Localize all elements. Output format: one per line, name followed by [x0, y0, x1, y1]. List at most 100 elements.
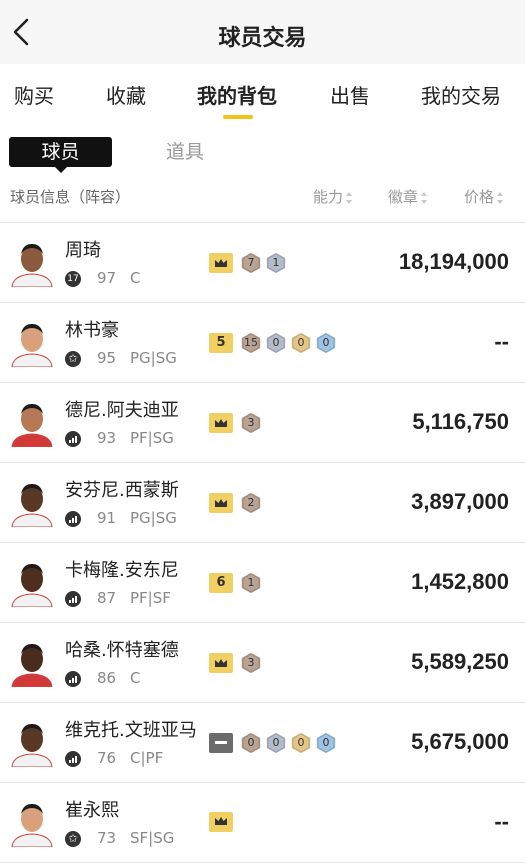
player-avatar: [9, 399, 55, 448]
page-title: 球员交易: [218, 26, 307, 51]
badge-list: 0 0 0 0: [209, 731, 339, 755]
crown-icon: [209, 253, 233, 273]
tab-my-trades[interactable]: 我的交易: [421, 80, 501, 109]
hex-badge-bronze: 3: [239, 651, 263, 675]
hex-badge-bronze: 2: [239, 491, 263, 515]
hex-badge-bronze: 15: [239, 331, 263, 355]
player-row[interactable]: 维克托.文班亚马 76 C|PF 0 0 0 0 5,675,000: [0, 703, 525, 783]
level-badge: 6: [209, 573, 233, 593]
tab-favorites[interactable]: 收藏: [106, 80, 146, 109]
subtab-players[interactable]: 球员: [9, 137, 112, 173]
player-row[interactable]: 安芬尼.西蒙斯 91 PG|SG 2 3,897,000: [0, 463, 525, 543]
player-price: 3,897,000: [411, 489, 509, 514]
badge-list: 5 15 0 0 0: [209, 331, 339, 355]
hex-badge-count: 0: [272, 736, 280, 749]
player-row[interactable]: 德尼.阿夫迪亚 93 PF|SG 3 5,116,750: [0, 383, 525, 463]
player-rating: 93: [97, 429, 117, 447]
tab-buy[interactable]: 购买: [14, 80, 54, 109]
hex-badge-bronze: 0: [239, 731, 263, 755]
player-rating: 97: [97, 269, 117, 287]
hex-badge-silver: 0: [264, 731, 288, 755]
hex-badge-count: 2: [247, 496, 255, 509]
player-row[interactable]: 哈桑.怀特塞德 86 C 3 5,589,250: [0, 623, 525, 703]
player-rating: 86: [97, 669, 117, 687]
player-row[interactable]: 周琦 17 97 C 7 1 18,194,000: [0, 223, 525, 303]
bars-icon: [65, 671, 81, 687]
player-avatar: [9, 799, 55, 848]
hex-badge-silver: 1: [264, 251, 288, 275]
crown-icon: [209, 413, 233, 433]
player-position: SF|SG: [130, 829, 175, 847]
player-rating: 95: [97, 349, 117, 367]
hex-badge-count: 15: [244, 336, 258, 349]
hex-badge-count: 0: [322, 736, 330, 749]
player-name: 卡梅隆.安东尼: [65, 560, 179, 581]
player-row[interactable]: 崔永熙 ✩ 73 SF|SG --: [0, 783, 525, 863]
column-player-info: 球员信息（阵容）: [10, 188, 131, 206]
player-name: 哈桑.怀特塞德: [65, 640, 179, 661]
player-name: 林书豪: [65, 320, 119, 341]
tab-my-backpack[interactable]: 我的背包: [197, 80, 277, 109]
player-row[interactable]: 林书豪 ✩ 95 PG|SG 5 15 0 0 0 --: [0, 303, 525, 383]
dash-badge: [209, 733, 233, 753]
star-icon: ✩: [65, 831, 81, 847]
column-badge[interactable]: 徽章: [388, 186, 428, 207]
hex-badge-count: 1: [247, 576, 255, 589]
column-ability[interactable]: 能力: [313, 186, 353, 207]
column-badge-label: 徽章: [388, 188, 419, 206]
hex-badge-silver: 0: [264, 331, 288, 355]
hex-badge-count: 0: [247, 736, 255, 749]
hex-badge-count: 0: [297, 336, 305, 349]
player-name: 维克托.文班亚马: [65, 720, 197, 741]
sort-icon: [421, 191, 428, 204]
badge-list: [209, 811, 239, 835]
player-position: C: [130, 669, 141, 687]
player-price: 5,116,750: [412, 409, 509, 434]
player-price: 1,452,800: [411, 569, 509, 594]
player-name: 安芬尼.西蒙斯: [65, 480, 179, 501]
sort-icon: [497, 191, 504, 204]
hex-badge-count: 3: [247, 656, 255, 669]
bars-icon: [65, 591, 81, 607]
hex-badge-gold: 0: [289, 331, 313, 355]
player-position: C: [130, 269, 141, 287]
player-rating: 91: [97, 509, 117, 527]
level-badge: 5: [209, 333, 233, 353]
crown-icon: [209, 811, 233, 832]
player-position: C|PF: [130, 749, 164, 767]
player-position: PG|SG: [130, 349, 177, 367]
hex-badge-blue: 0: [314, 331, 338, 355]
hex-badge-count: 0: [297, 736, 305, 749]
tab-sell[interactable]: 出售: [330, 80, 370, 109]
hex-badge-count: 3: [247, 416, 255, 429]
column-price-label: 价格: [464, 188, 495, 206]
player-price: 5,589,250: [411, 649, 509, 674]
subtab-items[interactable]: 道具: [163, 137, 207, 167]
hex-badge-count: 0: [272, 336, 280, 349]
hex-badge-count: 0: [322, 336, 330, 349]
player-price: 5,675,000: [411, 729, 509, 754]
star-icon: ✩: [65, 351, 81, 367]
player-avatar: [9, 559, 55, 608]
player-price: --: [494, 809, 509, 834]
player-name: 德尼.阿夫迪亚: [65, 400, 179, 421]
badge-list: 2: [209, 491, 264, 515]
main-tabs: 购买 收藏 我的背包 出售 我的交易: [0, 64, 525, 124]
player-name: 崔永熙: [65, 800, 119, 821]
player-row[interactable]: 卡梅隆.安东尼 87 PF|SF 6 1 1,452,800: [0, 543, 525, 623]
hex-badge-bronze: 1: [239, 571, 263, 595]
hex-badge-bronze: 7: [239, 251, 263, 275]
player-rating: 76: [97, 749, 117, 767]
player-avatar: [9, 319, 55, 368]
column-price[interactable]: 价格: [464, 186, 504, 207]
player-price: 18,194,000: [398, 249, 509, 274]
player-rating: 73: [97, 829, 117, 847]
badge-list: 3: [209, 411, 264, 435]
hex-badge-count: 7: [247, 256, 255, 269]
player-price: --: [494, 329, 509, 354]
player-position: PF|SF: [130, 589, 171, 607]
bars-icon: [65, 751, 81, 767]
hex-badge-blue: 0: [314, 731, 338, 755]
sort-icon: [346, 191, 353, 204]
player-rating: 87: [97, 589, 117, 607]
